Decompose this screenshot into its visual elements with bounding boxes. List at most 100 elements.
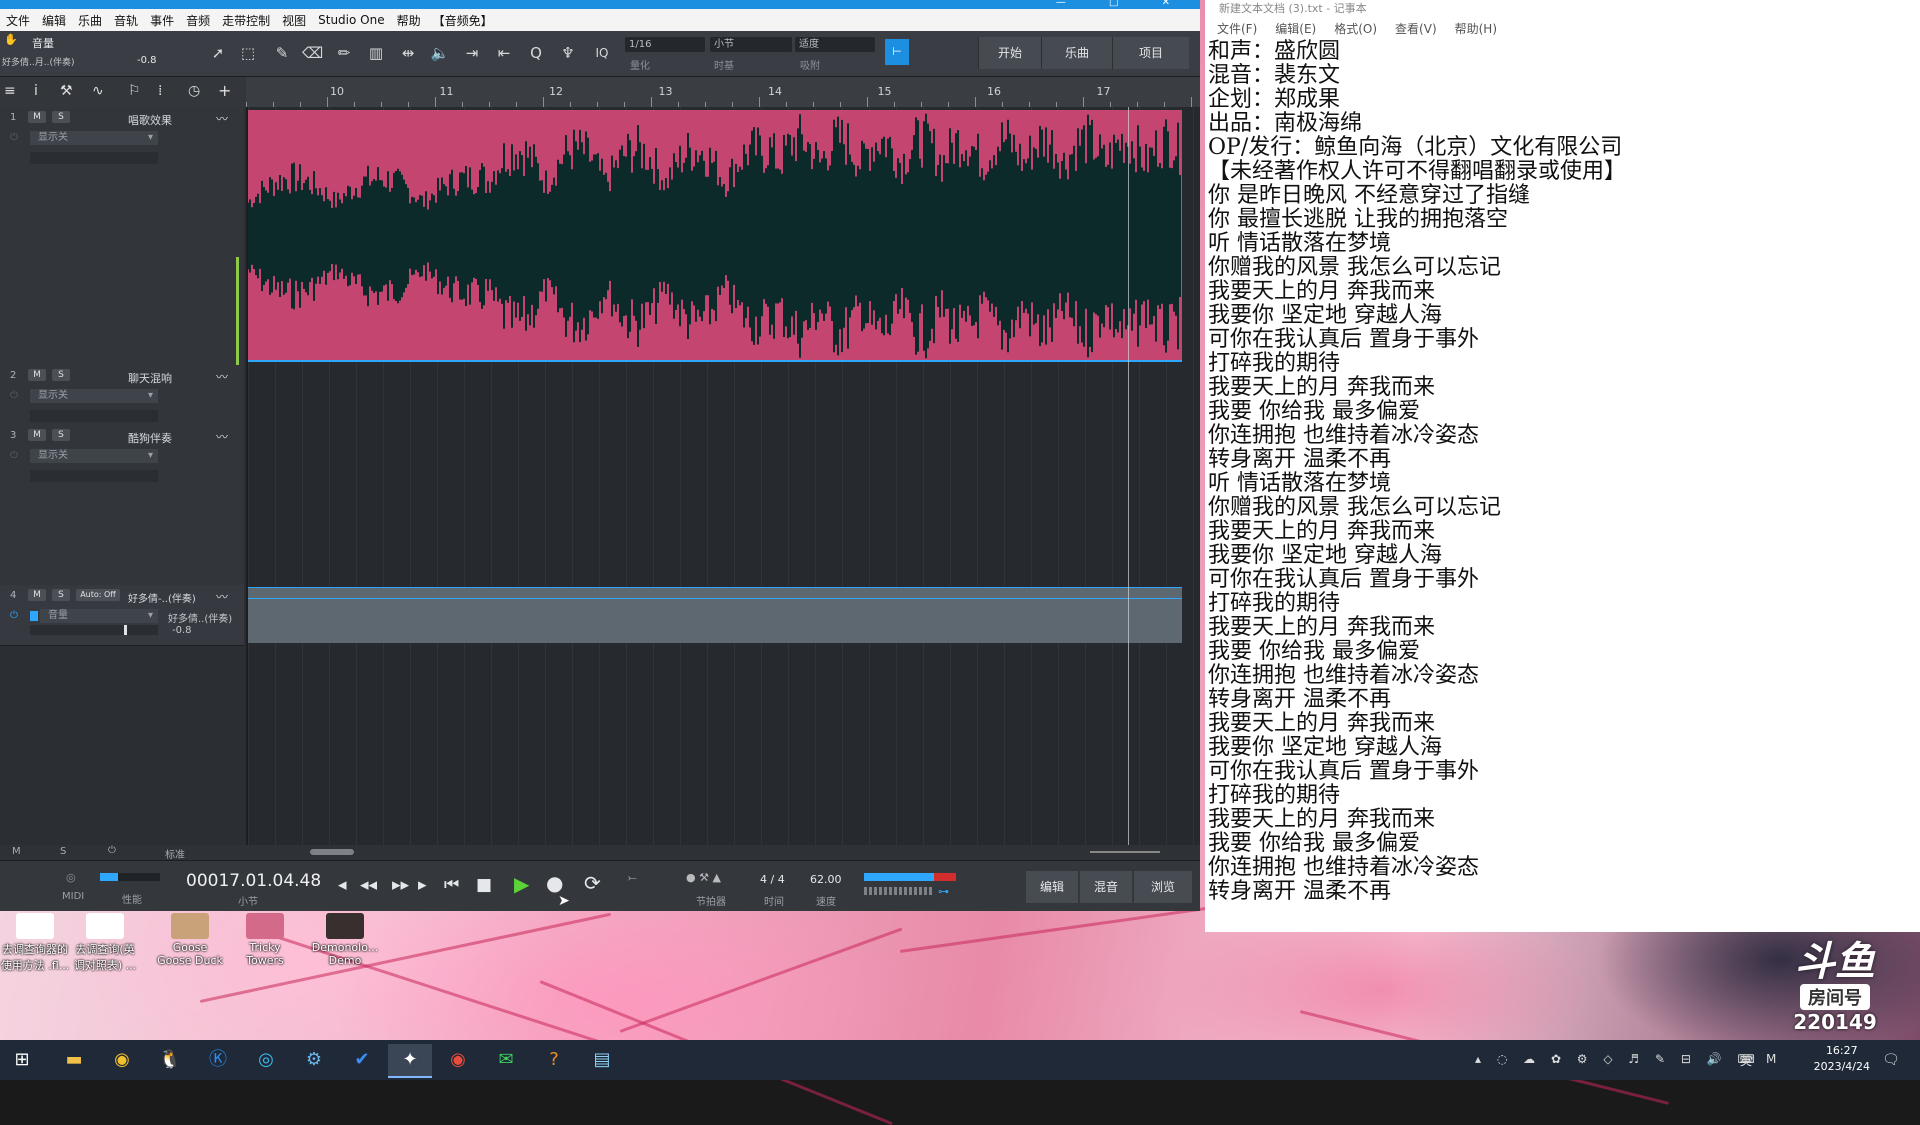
chrome-icon-2[interactable]: ◉	[436, 1044, 480, 1076]
tuner-tool-icon[interactable]: ♆	[558, 43, 578, 63]
project-button[interactable]: 项目	[1112, 37, 1189, 69]
solo-button[interactable]: S	[52, 111, 70, 123]
notepad-menu-edit[interactable]: 编辑(E)	[1263, 20, 1322, 38]
snap-left-icon[interactable]: ⇥	[462, 43, 482, 63]
menu-audio-free[interactable]: 【音频免】	[427, 12, 499, 29]
iq-icon[interactable]: IQ	[592, 43, 612, 63]
track-name[interactable]: 聊天混响	[128, 370, 172, 386]
pencil-tool-icon[interactable]: ✎	[272, 43, 292, 63]
track-row[interactable]: 2 M S 聊天混响 〰 ⏻ 显示关	[0, 365, 244, 426]
power-icon[interactable]: ⏻	[10, 390, 18, 401]
track-row[interactable]: 3 M S 酷狗伴奏 〰 ⏻ 显示关	[0, 425, 244, 586]
desktop-icon[interactable]: Goose Goose Duck	[155, 913, 225, 967]
quantize-select[interactable]: 1/16	[625, 37, 705, 52]
power-icon[interactable]: ⏻	[10, 610, 18, 621]
feishu-icon[interactable]: ✔	[340, 1044, 384, 1076]
clock-icon[interactable]: ◷	[188, 83, 200, 99]
add-track-icon[interactable]: +	[218, 81, 231, 100]
track-name[interactable]: 好多倩-..(伴奏)	[128, 590, 196, 605]
menu-track[interactable]: 音轨	[108, 12, 144, 29]
punch-icon[interactable]: ⤚	[628, 871, 637, 885]
track-row[interactable]: 1 M S 唱歌效果 〰 ⏻ 显示关	[0, 107, 244, 366]
bottom-m-button[interactable]: M	[12, 846, 21, 857]
output-toggle-icon[interactable]: ⊶	[938, 885, 949, 898]
song-button[interactable]: 乐曲	[1041, 37, 1112, 69]
window-controls[interactable]: — □ ✕	[1056, 0, 1190, 8]
menu-song[interactable]: 乐曲	[72, 12, 108, 29]
notepad-menu-format[interactable]: 格式(O)	[1322, 20, 1383, 38]
ime-indicator[interactable]: 英	[1740, 1052, 1752, 1069]
bend-tool-icon[interactable]: ⇹	[398, 43, 418, 63]
marker-icon[interactable]: ⚐	[128, 83, 141, 99]
desktop-icon[interactable]: 去调查询(英调对照表) ...	[70, 913, 140, 973]
app-circle-icon[interactable]: ◎	[244, 1044, 288, 1076]
start-button[interactable]: 开始	[978, 37, 1041, 69]
automation-mode-button[interactable]: Auto: Off	[76, 589, 120, 601]
bottom-s-button[interactable]: S	[60, 846, 66, 857]
tray-icons[interactable]: ▴ ◌ ☁ ✿ ⚙ ◇ ♬ ✎ ⊟ 🔊 ⌨	[1475, 1052, 1761, 1066]
rewind-icon[interactable]: ◂◂	[360, 875, 377, 895]
stop-icon[interactable]: ■	[476, 875, 492, 895]
desktop-icon[interactable]: 去调查询器的使用方法 .fl...	[0, 913, 70, 973]
file-explorer-icon[interactable]: ▬	[52, 1044, 96, 1076]
qq-icon[interactable]: 🐧	[148, 1044, 192, 1076]
kugou-icon[interactable]: Ⓚ	[196, 1044, 240, 1076]
audio-event-vocals[interactable]	[248, 110, 1182, 362]
track-row[interactable]: 4 M S Auto: Off 好多倩-..(伴奏) 〰 ⏻ 音量 好多倩..(…	[0, 585, 244, 646]
waveform-icon[interactable]: 〰	[216, 588, 228, 605]
power-icon[interactable]: ⏻	[108, 845, 116, 856]
paint-tool-icon[interactable]: ✏	[334, 43, 354, 63]
record-icon[interactable]: ●	[546, 871, 563, 895]
waveform-icon[interactable]: 〰	[216, 368, 228, 385]
display-dropdown[interactable]: 显示关	[30, 389, 158, 403]
arrow-tool-icon[interactable]: ➚	[208, 43, 228, 63]
solo-button[interactable]: S	[52, 429, 70, 441]
automation-param-dropdown[interactable]: 音量	[40, 609, 158, 623]
desktop-icon[interactable]: Demonolo... Demo	[310, 913, 380, 967]
menu-view[interactable]: 视图	[276, 12, 312, 29]
desktop-icon[interactable]: Tricky Towers	[230, 913, 300, 967]
grid-icon[interactable]: ⁞	[158, 83, 162, 99]
horizontal-scrollbar[interactable]	[310, 849, 354, 855]
studio-one-icon[interactable]: ✦	[388, 1044, 432, 1078]
help-app-icon[interactable]: ?	[532, 1044, 576, 1076]
mode-select[interactable]: 标准	[165, 846, 185, 861]
wechat-icon[interactable]: ✉	[484, 1044, 528, 1076]
playhead-cursor[interactable]	[1128, 107, 1129, 845]
menu-audio[interactable]: 音频	[180, 12, 216, 29]
track-list-icon[interactable]: ≡	[4, 83, 16, 99]
menu-event[interactable]: 事件	[144, 12, 180, 29]
power-icon[interactable]: ⏻	[10, 450, 18, 461]
snap-toggle-icon[interactable]: ⊢	[885, 39, 909, 65]
eraser-tool-icon[interactable]: ⌫	[302, 43, 323, 63]
solo-button[interactable]: S	[52, 589, 70, 601]
position-display[interactable]: 00017.01.04.48	[186, 871, 321, 891]
range-tool-icon[interactable]: ⬚	[238, 43, 258, 63]
mute-button[interactable]: M	[28, 589, 46, 601]
tempo-display[interactable]: 62.00	[810, 873, 842, 886]
menu-edit[interactable]: 编辑	[36, 12, 72, 29]
volume-slider-handle[interactable]	[124, 625, 127, 635]
menu-file[interactable]: 文件	[0, 12, 36, 29]
timebase-select[interactable]: 小节	[710, 37, 792, 52]
mute-button[interactable]: M	[28, 429, 46, 441]
mix-button[interactable]: 混音	[1080, 871, 1132, 903]
waveform-icon[interactable]: 〰	[216, 428, 228, 445]
arrangement-view[interactable]	[248, 107, 1200, 845]
zoom-slider[interactable]	[1090, 851, 1160, 853]
timeline-ruler[interactable]: 10 11 12 13 14 15 16 17	[246, 77, 1200, 107]
mute-button[interactable]: M	[28, 111, 46, 123]
wrench-icon[interactable]: ⚒	[60, 83, 73, 99]
menu-transport[interactable]: 走带控制	[216, 12, 276, 29]
mute-button[interactable]: M	[28, 369, 46, 381]
snap-right-icon[interactable]: ⇤	[494, 43, 514, 63]
system-clock[interactable]: 16:27 2023/4/24	[1814, 1043, 1870, 1075]
notepad-menu-view[interactable]: 查看(V)	[1383, 20, 1443, 38]
zoom-tool-icon[interactable]: Q	[526, 43, 546, 63]
loop-icon[interactable]: ⟳	[584, 871, 601, 895]
ime-mode-icon[interactable]: M	[1766, 1052, 1776, 1066]
audio-event-accompaniment[interactable]	[248, 587, 1182, 643]
solo-button[interactable]: S	[52, 369, 70, 381]
previous-marker-icon[interactable]: ◂	[338, 875, 347, 895]
track-name[interactable]: 酷狗伴奏	[128, 430, 172, 446]
